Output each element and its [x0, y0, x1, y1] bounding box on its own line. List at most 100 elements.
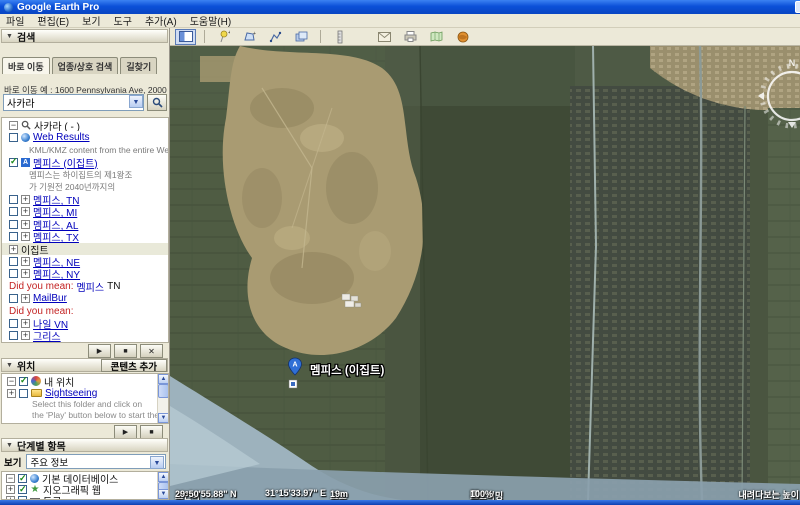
expand-icon[interactable] — [21, 195, 30, 205]
search-result-memphis-egypt[interactable]: 멤피스 (이집트) — [2, 156, 168, 169]
result-link[interactable]: 멤피스, TX — [33, 231, 79, 243]
checkbox[interactable] — [9, 256, 18, 266]
play-tour-button[interactable] — [114, 425, 137, 439]
email-button[interactable] — [374, 29, 395, 45]
checkbox[interactable] — [19, 388, 28, 398]
expand-icon[interactable] — [21, 256, 30, 266]
result-link[interactable]: 나일 VN — [33, 317, 68, 330]
result-label[interactable]: 사카라 ( - ) — [34, 119, 80, 132]
add-content-button[interactable]: 콘텐츠 추가 — [100, 359, 167, 373]
search-result-egypt-selected[interactable]: 이집트 — [2, 242, 168, 256]
result-label[interactable]: 이집트 — [21, 243, 49, 256]
search-panel-header[interactable]: 검색 — [1, 29, 168, 44]
checkbox[interactable] — [9, 133, 18, 143]
add-image-overlay-button[interactable] — [291, 29, 312, 45]
search-result-memphis-al[interactable]: 멤피스, AL — [2, 218, 168, 231]
menu-tools[interactable]: 도구 — [114, 13, 132, 28]
result-link[interactable]: 멤피스, TN — [33, 193, 80, 206]
collapse-icon[interactable] — [6, 474, 15, 483]
collapse-icon[interactable] — [7, 376, 16, 386]
expand-icon[interactable] — [6, 485, 15, 494]
search-result-memphis-mi[interactable]: 멤피스, MI — [2, 206, 168, 218]
scroll-up-icon[interactable] — [158, 472, 168, 482]
search-input[interactable] — [3, 94, 144, 111]
result-link[interactable]: 멤피스, NY — [33, 268, 80, 280]
add-placemark-button[interactable]: + — [213, 29, 234, 45]
checkbox[interactable] — [9, 269, 18, 279]
checkbox[interactable] — [18, 473, 27, 484]
play-tour-button[interactable] — [88, 344, 111, 358]
map-viewport[interactable]: N A 멤피스 (이집트) — [170, 46, 800, 500]
tab-fly-to[interactable]: 바로 이동 — [2, 57, 50, 74]
result-link[interactable]: 멤피스, NE — [33, 255, 80, 268]
add-polygon-button[interactable]: + — [239, 29, 260, 45]
tab-find-businesses[interactable]: 업종/상호 검색 — [51, 57, 119, 74]
places-item-label[interactable]: 내 위치 — [44, 374, 74, 389]
checkbox[interactable] — [18, 484, 27, 495]
search-result-saqqara[interactable]: 사카라 ( - ) — [2, 119, 168, 131]
scroll-thumb[interactable] — [158, 384, 168, 398]
ruler-button[interactable] — [329, 29, 350, 45]
title-bar[interactable]: Google Earth Pro — [0, 0, 800, 14]
expand-icon[interactable] — [21, 331, 30, 341]
search-button[interactable] — [147, 94, 167, 111]
search-result-memphis-tn[interactable]: 멤피스, TN — [2, 193, 168, 206]
search-result-memphis-ny[interactable]: 멤피스, NY — [2, 268, 168, 280]
view-in-google-maps-button[interactable] — [426, 29, 447, 45]
checkbox[interactable] — [9, 207, 18, 217]
places-item-link[interactable]: Sightseeing — [45, 388, 97, 399]
layer-geographic-web[interactable]: 지오그래픽 웹 — [2, 484, 168, 497]
tab-directions[interactable]: 길찾기 — [120, 57, 158, 74]
search-result-memphis-ne[interactable]: 멤피스, NE — [2, 255, 168, 268]
layers-scrollbar[interactable] — [157, 472, 168, 499]
collapse-icon[interactable] — [9, 120, 18, 130]
checkbox[interactable] — [9, 294, 18, 304]
search-result-greece[interactable]: 그리스 — [2, 330, 168, 342]
places-scrollbar[interactable] — [157, 374, 168, 423]
stop-button[interactable] — [140, 425, 163, 439]
expand-icon[interactable] — [21, 207, 30, 217]
scroll-down-icon[interactable] — [158, 413, 168, 423]
checkbox[interactable] — [9, 331, 18, 341]
result-link[interactable]: Web Results — [33, 132, 90, 143]
menu-view[interactable]: 보기 — [82, 13, 100, 28]
expand-icon[interactable] — [21, 294, 30, 304]
search-result-nile[interactable]: 나일 VN — [2, 317, 168, 330]
window-controls[interactable] — [795, 1, 800, 13]
add-path-button[interactable] — [265, 29, 286, 45]
menu-edit[interactable]: 편집(E) — [37, 13, 69, 28]
checkbox[interactable] — [9, 318, 18, 328]
chevron-down-icon[interactable] — [129, 95, 143, 108]
menu-help[interactable]: 도움말(H) — [190, 13, 231, 28]
result-link[interactable]: 멤피스 (이집트) — [33, 156, 98, 169]
stop-button[interactable] — [114, 344, 137, 358]
menu-add[interactable]: 추가(A) — [145, 13, 177, 28]
print-button[interactable] — [400, 29, 421, 45]
expand-icon[interactable] — [21, 269, 30, 279]
menu-file[interactable]: 파일 — [6, 13, 24, 28]
result-link[interactable]: 멤피스, MI — [33, 206, 77, 218]
result-link[interactable]: 멤피스, AL — [33, 218, 78, 231]
checkbox[interactable] — [9, 156, 18, 167]
places-item-sightseeing[interactable]: Sightseeing — [2, 387, 168, 399]
expand-icon[interactable] — [21, 232, 30, 242]
places-item-my-places[interactable]: 내 위치 — [2, 374, 168, 389]
expand-icon[interactable] — [21, 318, 30, 328]
search-result-web-results[interactable]: Web Results — [2, 131, 168, 143]
search-result-mailbur[interactable]: MailBur — [2, 292, 168, 304]
result-link[interactable]: MailBur — [33, 293, 67, 304]
chevron-down-icon[interactable] — [150, 456, 164, 469]
expand-icon[interactable] — [7, 388, 16, 398]
earth-button[interactable] — [452, 29, 473, 45]
checkbox[interactable] — [9, 232, 18, 242]
expand-icon[interactable] — [21, 219, 30, 229]
toggle-sidebar-button[interactable] — [175, 28, 196, 45]
delete-results-button[interactable] — [140, 344, 163, 358]
suggestion-link[interactable]: 멤피스 — [76, 280, 104, 293]
scroll-up-icon[interactable] — [158, 374, 168, 384]
checkbox[interactable] — [9, 219, 18, 229]
scroll-down-icon[interactable] — [158, 489, 168, 499]
layers-view-select[interactable]: 주요 정보 — [26, 454, 166, 469]
expand-icon[interactable] — [9, 244, 18, 254]
search-result-memphis-tx[interactable]: 멤피스, TX — [2, 231, 168, 243]
